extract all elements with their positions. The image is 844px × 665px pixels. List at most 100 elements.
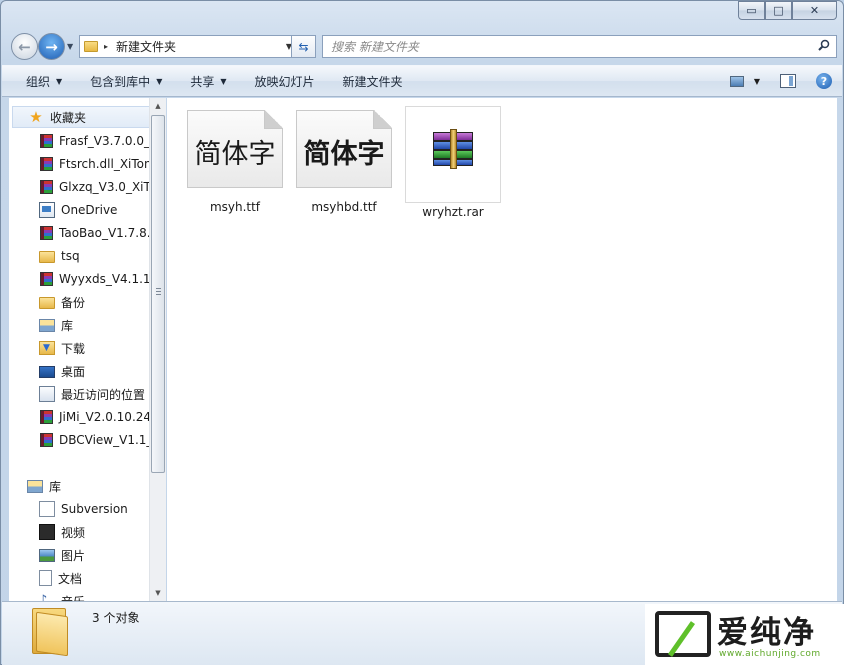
scroll-up-icon[interactable]: ▲ [150, 98, 166, 114]
file-item-msyhbd[interactable]: 简体字 msyhbd.ttf [296, 104, 392, 219]
file-item-msyh[interactable]: 简体字 msyh.ttf [187, 104, 283, 219]
sidebar-item-jimi[interactable]: JiMi_V2.0.10.24_ [39, 406, 157, 428]
recent-pages-dropdown[interactable]: ▼ [67, 42, 73, 51]
sidebar-item-onedrive[interactable]: OneDrive [39, 199, 117, 221]
archive-thumbnail [405, 107, 501, 193]
maximize-icon: □ [773, 4, 784, 17]
address-row: ← → ▼ ▸ 新建文件夹 ▼ ⇆ 搜索 新建文件夹 [9, 33, 837, 61]
onedrive-icon [39, 202, 55, 218]
documents-icon [39, 570, 52, 586]
help-icon[interactable]: ? [816, 73, 832, 89]
include-in-library-menu[interactable]: 包含到库中 ▼ [76, 66, 176, 96]
watermark-logo-icon [655, 611, 711, 657]
file-name: msyhbd.ttf [311, 200, 377, 214]
caption-buttons: ▭ □ ✕ [738, 1, 837, 20]
file-list[interactable]: 简体字 msyh.ttf 简体字 msyhbd.ttf wryhzt.rar [167, 98, 837, 601]
maximize-button[interactable]: □ [765, 1, 792, 20]
sidebar-item-music[interactable]: ♪ 音乐 [39, 590, 85, 601]
font-file-thumbnail: 简体字 [296, 104, 392, 190]
folder-front [36, 611, 68, 657]
libraries-header[interactable]: 库 [27, 475, 61, 497]
font-preview-text: 简体字 [303, 138, 385, 170]
rar-icon [40, 157, 53, 171]
organize-menu[interactable]: 组织 ▼ [2, 66, 76, 96]
favorites-label: 收藏夹 [50, 110, 87, 125]
share-menu[interactable]: 共享 ▼ [176, 66, 240, 96]
sidebar-item-library[interactable]: 库 [39, 314, 73, 336]
file-name: wryhzt.rar [422, 205, 484, 219]
search-icon[interactable] [818, 39, 830, 51]
preview-pane-icon[interactable] [780, 74, 796, 88]
watermark-slash [667, 621, 696, 657]
favorites-header[interactable]: ★ 收藏夹 [12, 106, 159, 128]
sidebar-item-label: DBCView_V1.1_ [59, 433, 153, 447]
watermark-title: 爱纯净 [717, 615, 816, 651]
sidebar-item-wyyxds[interactable]: Wyyxds_V4.1.1. [39, 268, 154, 290]
sidebar-item-label: Frasf_V3.7.0.0_X [59, 134, 159, 148]
scroll-down-icon[interactable]: ▼ [150, 585, 166, 601]
sidebar-item-ftsrch[interactable]: Ftsrch.dll_XiTon [39, 153, 152, 175]
sidebar-item-frasf[interactable]: Frasf_V3.7.0.0_X [39, 130, 158, 152]
libraries-label: 库 [49, 479, 62, 494]
scroll-thumb[interactable] [151, 115, 165, 473]
sidebar-item-label: 图片 [61, 548, 86, 563]
nav-pane-scrollbar[interactable]: ▲ ▼ [149, 98, 166, 601]
sidebar-item-taobao[interactable]: TaoBao_V1.7.8. [39, 222, 151, 244]
folder-icon [39, 297, 55, 309]
rar-icon [40, 433, 53, 447]
sidebar-item-videos[interactable]: 视频 [39, 521, 85, 543]
address-bar[interactable]: ▸ 新建文件夹 ▼ [79, 35, 297, 58]
slideshow-button[interactable]: 放映幻灯片 [241, 66, 329, 96]
sidebar-item-glxzq[interactable]: Glxzq_V3.0_XiTo [39, 176, 156, 198]
folder-icon [84, 41, 98, 52]
sidebar-item-documents[interactable]: 文档 [39, 567, 82, 589]
sidebar-item-recent-places[interactable]: 最近访问的位置 [39, 383, 145, 405]
library-icon [39, 318, 55, 332]
sidebar-item-downloads[interactable]: 下载 [39, 337, 85, 359]
sidebar-item-backup[interactable]: 备份 [39, 291, 85, 313]
refresh-button[interactable]: ⇆ [291, 35, 316, 58]
search-input[interactable]: 搜索 新建文件夹 [322, 35, 837, 58]
rar-icon [40, 226, 53, 240]
close-button[interactable]: ✕ [792, 1, 837, 20]
watermark: 爱纯净 www.aichunjing.com [645, 604, 844, 665]
breadcrumb-current[interactable]: 新建文件夹 [116, 38, 176, 55]
rar-strap [450, 129, 457, 169]
forward-arrow-icon: → [45, 37, 58, 56]
new-folder-label: 新建文件夹 [342, 74, 403, 89]
folder-icon [30, 608, 68, 657]
navigation-pane: ★ 收藏夹 Frasf_V3.7.0.0_X Ftsrch.dll_XiTon … [9, 98, 166, 601]
font-file-thumbnail: 简体字 [187, 104, 283, 190]
breadcrumb-separator-icon[interactable]: ▸ [104, 42, 108, 51]
sidebar-item-label: 文档 [58, 571, 83, 586]
sidebar-item-tsq[interactable]: tsq [39, 245, 80, 267]
search-placeholder: 搜索 新建文件夹 [331, 40, 419, 54]
minimize-button[interactable]: ▭ [738, 1, 765, 20]
sidebar-item-subversion[interactable]: Subversion [39, 498, 128, 520]
desktop-icon [39, 366, 55, 378]
rar-icon [40, 134, 53, 148]
file-item-wryhzt[interactable]: wryhzt.rar [405, 106, 501, 219]
caret-down-icon: ▼ [220, 76, 227, 86]
sidebar-item-label: 备份 [61, 295, 86, 310]
back-button[interactable]: ← [11, 33, 38, 60]
library-icon [27, 479, 43, 493]
sidebar-item-dbcview[interactable]: DBCView_V1.1_ [39, 429, 152, 451]
rar-icon [40, 272, 53, 286]
forward-button[interactable]: → [38, 33, 65, 60]
folder-icon [39, 251, 55, 263]
scroll-grip-icon [156, 288, 161, 296]
star-icon: ★ [29, 108, 43, 126]
sidebar-item-pictures[interactable]: 图片 [39, 544, 85, 566]
music-icon: ♪ [39, 593, 48, 601]
sidebar-item-desktop[interactable]: 桌面 [39, 360, 85, 382]
new-folder-button[interactable]: 新建文件夹 [329, 66, 417, 96]
sidebar-item-label: 音乐 [61, 593, 85, 602]
include-in-library-label: 包含到库中 [90, 74, 151, 89]
close-icon: ✕ [809, 4, 820, 17]
toolbar-right: ▼ ? [729, 66, 832, 96]
change-view-button[interactable]: ▼ [729, 75, 760, 87]
subversion-icon [39, 501, 55, 517]
caret-down-icon: ▼ [156, 76, 163, 86]
sidebar-item-label: Glxzq_V3.0_XiTo [59, 180, 157, 194]
